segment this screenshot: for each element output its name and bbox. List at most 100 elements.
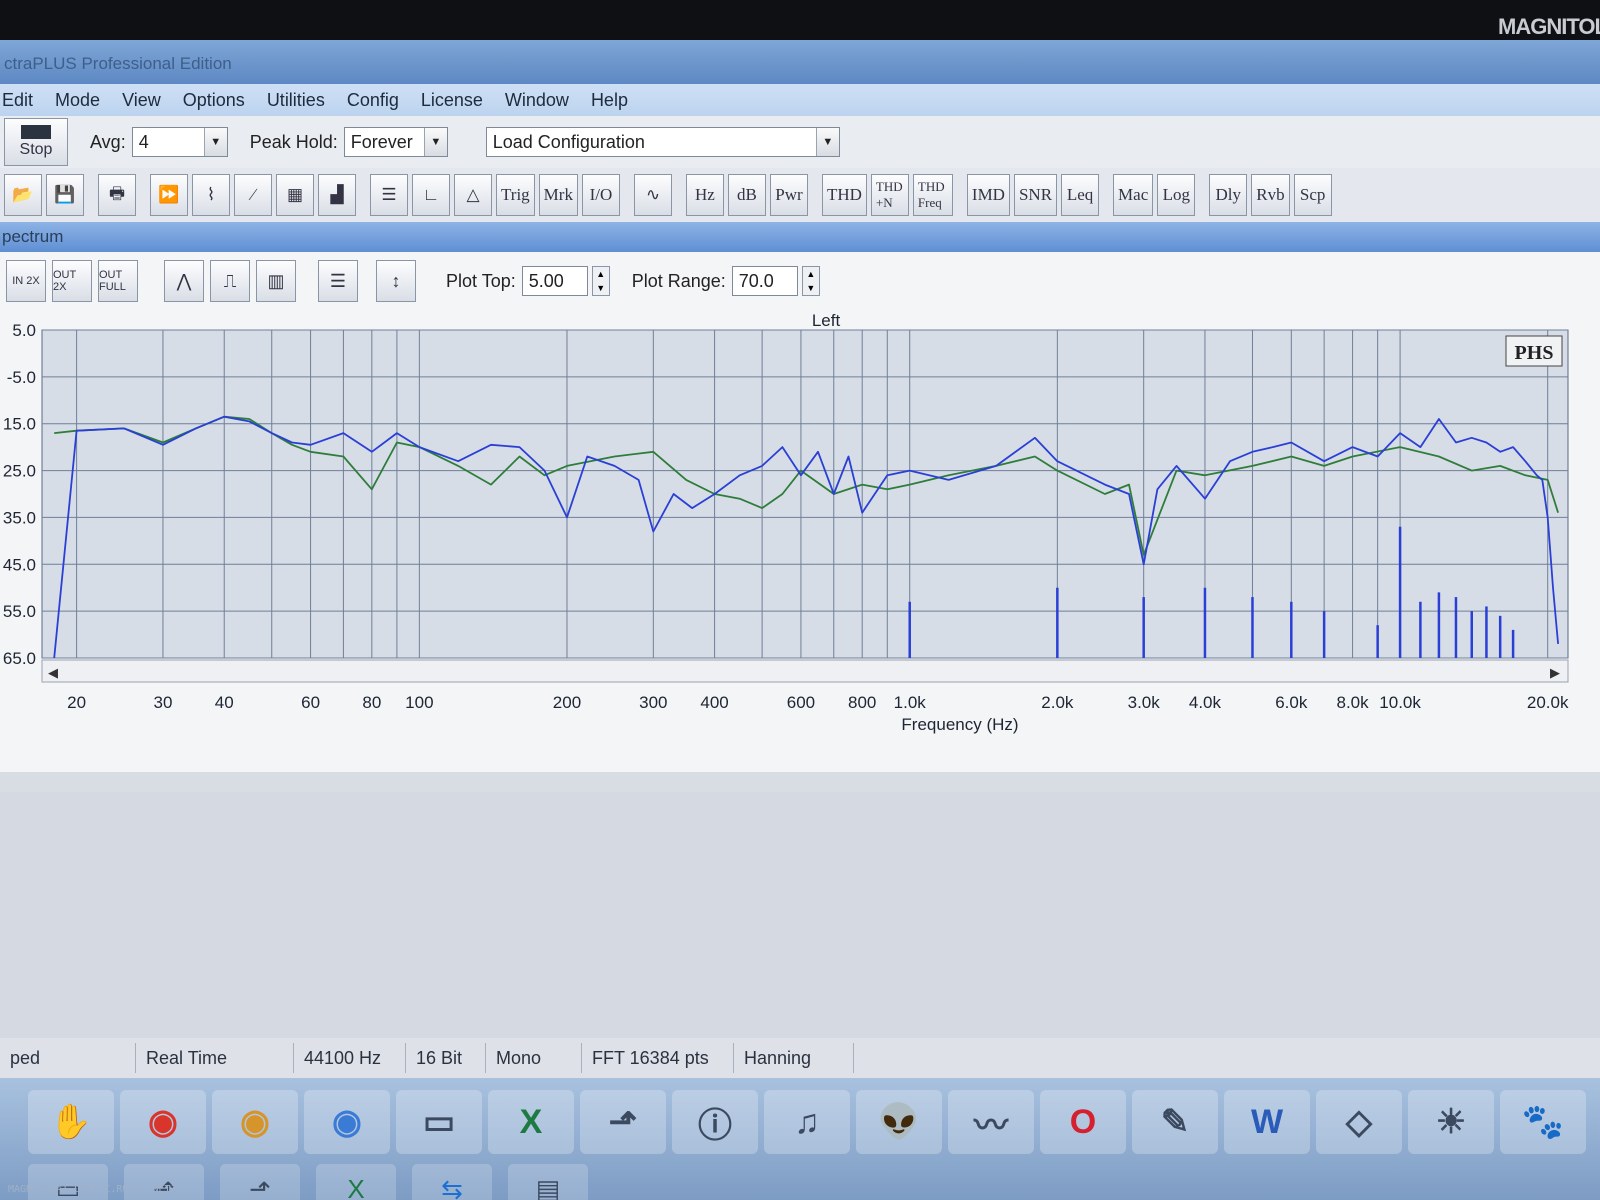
horizontal-scrollbar[interactable] (41, 659, 1569, 683)
plot-top-stepper[interactable]: ▲ ▼ (591, 266, 610, 296)
waveform-button[interactable]: ∕ (234, 174, 272, 216)
excel-icon: X (519, 1102, 543, 1141)
status-mode: Real Time (136, 1043, 294, 1073)
x-tick-label: 60 (301, 693, 320, 712)
zoom-in-button[interactable]: IN 2X (6, 260, 46, 302)
chevron-down-icon[interactable]: ▼ (203, 128, 227, 156)
taskbar-opera-button[interactable]: O (1040, 1090, 1126, 1154)
log-button[interactable]: Log (1157, 174, 1196, 216)
scp-button[interactable]: Scp (1293, 174, 1332, 216)
taskbar-folder-button[interactable]: ▭ (396, 1090, 482, 1154)
scale-button[interactable]: ↕ (376, 260, 416, 302)
scroll-right-icon[interactable]: ▶ (1550, 665, 1560, 680)
peak-hold-select[interactable]: Forever ▼ (343, 127, 448, 157)
x-tick-label: 10.0k (1379, 693, 1421, 712)
menu-edit[interactable]: Edit (2, 90, 33, 111)
spectrum-app-icon: 〰 (974, 1106, 1008, 1145)
menu-options[interactable]: Options (183, 90, 245, 111)
menu-help[interactable]: Help (591, 90, 628, 111)
print-button[interactable]: 🖶 (98, 174, 136, 216)
taskbar-chrome-button[interactable]: ◉ (120, 1090, 206, 1154)
generator-button[interactable]: △ (454, 174, 492, 216)
open-button[interactable]: 📂 (4, 174, 42, 216)
plot-top-input[interactable]: 5.00 (521, 266, 588, 296)
rvb-button[interactable]: Rvb (1251, 174, 1290, 216)
plot-settings-button[interactable]: ☰ (318, 260, 358, 302)
pwr-button[interactable]: Pwr (769, 174, 808, 216)
settings-button[interactable]: ☰ (370, 174, 408, 216)
taskbar-word-button[interactable]: W (1224, 1090, 1310, 1154)
avg-select[interactable]: 4 ▼ (131, 127, 228, 157)
x-tick-label: 300 (639, 693, 667, 712)
zoom-out-button[interactable]: OUT 2X (52, 260, 92, 302)
thd-freq-button[interactable]: THD Freq (912, 174, 953, 216)
taskbar-row2-chart-app-button[interactable]: ⬏ (220, 1164, 300, 1200)
menu-config[interactable]: Config (347, 90, 399, 111)
zoom-full-button[interactable]: OUT FULL (98, 260, 138, 302)
taskbar-excel-button[interactable]: X (488, 1090, 574, 1154)
x-tick-label: 40 (215, 693, 234, 712)
snr-button[interactable]: SNR (1013, 174, 1058, 216)
menu-utilities[interactable]: Utilities (267, 90, 325, 111)
x-tick-label: 400 (700, 693, 728, 712)
taskbar-spectrum-app-button[interactable]: 〰 (948, 1090, 1034, 1154)
x-tick-label: 8.0k (1336, 693, 1369, 712)
graph-icon: ⌇ (206, 185, 216, 204)
taskbar-sun-app-button[interactable]: ☀ (1408, 1090, 1494, 1154)
taskbar-info-tool-button[interactable]: ⓘ (672, 1090, 758, 1154)
plot-range-stepper[interactable]: ▲ ▼ (801, 266, 820, 296)
menu-license[interactable]: License (421, 90, 483, 111)
imd-button[interactable]: IMD (966, 174, 1010, 216)
taskbar-chrome-canary-button[interactable]: ◉ (212, 1090, 298, 1154)
taskbar-chrome-beta-button[interactable]: ◉ (304, 1090, 390, 1154)
chart-app-icon: ⬏ (608, 1103, 638, 1141)
db-button[interactable]: dB (727, 174, 766, 216)
chevron-down-icon[interactable]: ▼ (815, 128, 839, 156)
trig-button[interactable]: Trig (496, 174, 535, 216)
explorer-icon: ◇ (1345, 1103, 1373, 1141)
ramp-app-icon: ▤ (535, 1173, 561, 1200)
thd-n-button[interactable]: THD +N (870, 174, 909, 216)
bar-plot-button[interactable]: ▥ (256, 260, 296, 302)
line-plot-button[interactable]: ⋀ (164, 260, 204, 302)
step-plot-button[interactable]: ⎍ (210, 260, 250, 302)
leq-button[interactable]: Leq (1061, 174, 1100, 216)
thd-button[interactable]: THD (821, 174, 867, 216)
io-button[interactable]: I/O (581, 174, 620, 216)
mac-button[interactable]: Mac (1113, 174, 1154, 216)
taskbar-explorer-button[interactable]: ◇ (1316, 1090, 1402, 1154)
fast-forward-button[interactable]: ⏩ (150, 174, 188, 216)
plot-range-input[interactable]: 70.0 (731, 266, 798, 296)
stop-button[interactable]: Stop (4, 118, 68, 166)
spectrogram-button[interactable]: ▦ (276, 174, 314, 216)
mrk-button[interactable]: Mrk (538, 174, 578, 216)
chart-title: Left (812, 311, 841, 330)
taskbar-alien-button[interactable]: 👽 (856, 1090, 942, 1154)
signal-generator-button[interactable]: ∿ (633, 174, 672, 216)
taskbar-gimp-button[interactable]: 🐾 (1500, 1090, 1586, 1154)
taskbar-row2-excel-button[interactable]: X (316, 1164, 396, 1200)
y-tick-label: 65.0 (3, 649, 36, 668)
dly-button[interactable]: Dly (1209, 174, 1248, 216)
menu-mode[interactable]: Mode (55, 90, 100, 111)
taskbar: ✋ ◉ ◉ ◉ ▭ X ⬏ ⓘ ♫ 👽 〰 O ✎ W ◇ ☀ 🐾 ▭ ⬏ ⬏ X ⇆ ▤ (0, 1078, 1600, 1200)
menu-view[interactable]: View (122, 90, 161, 111)
save-button[interactable]: 💾 (46, 174, 84, 216)
compare-button[interactable]: ⌇ (192, 174, 230, 216)
axis-button[interactable]: ∟ (412, 174, 450, 216)
taskbar-paint-button[interactable]: ✎ (1132, 1090, 1218, 1154)
stop-label: Stop (19, 141, 53, 158)
hz-button[interactable]: Hz (685, 174, 724, 216)
taskbar-row2-teamviewer-button[interactable]: ⇆ (412, 1164, 492, 1200)
taskbar-audio-app-button[interactable]: ♫ (764, 1090, 850, 1154)
load-configuration-select[interactable]: Load Configuration ▼ (485, 127, 840, 157)
chevron-down-icon[interactable]: ▼ (423, 128, 447, 156)
x-tick-label: 2.0k (1041, 693, 1074, 712)
scroll-left-icon[interactable]: ◀ (48, 665, 58, 680)
taskbar-hand-button[interactable]: ✋ (28, 1090, 114, 1154)
taskbar-row2-ramp-app-button[interactable]: ▤ (508, 1164, 588, 1200)
taskbar-chart-app-button[interactable]: ⬏ (580, 1090, 666, 1154)
3d-button[interactable]: ▟ (318, 174, 356, 216)
menu-window[interactable]: Window (505, 90, 569, 111)
phs-badge[interactable]: PHS (1505, 335, 1563, 367)
